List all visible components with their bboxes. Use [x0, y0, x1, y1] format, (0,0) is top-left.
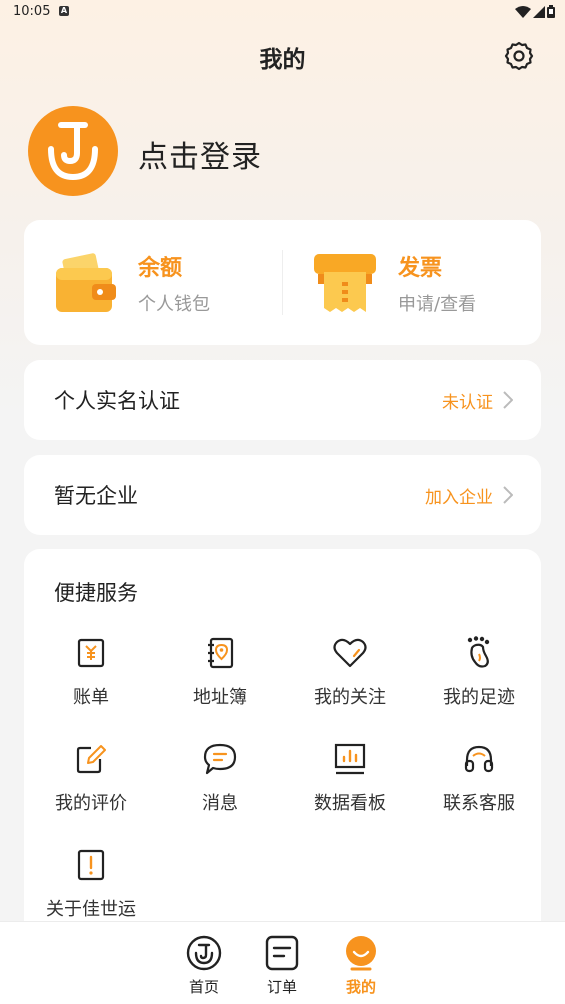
heart-icon [333, 638, 367, 668]
service-label: 我的关注 [314, 687, 386, 708]
service-label: 联系客服 [443, 793, 515, 814]
verification-row[interactable]: 个人实名认证 未认证 [24, 360, 541, 440]
wallet-icon [56, 252, 116, 312]
service-label: 账单 [73, 687, 109, 708]
status-bar: 10:05 A [0, 0, 565, 24]
address-book-icon [208, 637, 234, 669]
service-label: 关于佳世运 [46, 899, 136, 920]
service-about[interactable]: 关于佳世运 [26, 847, 156, 921]
headset-icon [464, 745, 494, 773]
nav-label: 我的 [345, 978, 376, 996]
verification-label: 个人实名认证 [54, 389, 180, 413]
chevron-right-icon [503, 391, 513, 409]
brand-j-logo [48, 122, 98, 181]
join-enterprise-link[interactable]: 加入企业 [425, 483, 493, 508]
bill-icon [77, 638, 105, 668]
home-icon [186, 935, 222, 971]
service-label: 我的足迹 [443, 687, 515, 708]
battery-icon [547, 5, 555, 18]
balance-entry[interactable]: 余额 个人钱包 [52, 220, 210, 345]
nav-label: 订单 [266, 978, 297, 996]
page-title: 我的 [259, 47, 306, 73]
service-messages[interactable]: 消息 [155, 741, 285, 815]
services-title: 便捷服务 [54, 581, 138, 605]
service-footprint[interactable]: 我的足迹 [414, 635, 544, 709]
invoice-subtitle: 申请/查看 [398, 293, 477, 315]
nav-label: 首页 [188, 978, 219, 996]
dashboard-icon [334, 743, 366, 775]
enterprise-row[interactable]: 暂无企业 加入企业 [24, 455, 541, 535]
avatar[interactable] [28, 106, 118, 196]
settings-button[interactable] [503, 40, 535, 72]
footprint-icon [467, 636, 490, 668]
invoice-icon [314, 253, 376, 312]
balance-title: 余额 [138, 255, 183, 281]
service-label: 数据看板 [314, 793, 386, 814]
status-time: 10:05 [13, 4, 51, 19]
balance-subtitle: 个人钱包 [138, 293, 210, 315]
message-icon [203, 743, 237, 775]
status-indicators [515, 5, 555, 18]
service-support[interactable]: 联系客服 [414, 741, 544, 815]
profile-icon [346, 936, 376, 971]
login-link[interactable]: 点击登录 [138, 132, 262, 176]
service-bill[interactable]: 账单 [26, 635, 156, 709]
invoice-entry[interactable]: 发票 申请/查看 [312, 220, 476, 345]
gear-icon [504, 41, 534, 71]
services-card: 便捷服务 账单 地址簿 我的关注 我的足迹 我的评价 消息 数据看板 联系客服 … [24, 549, 541, 949]
bottom-nav: 首页 订单 我的 [0, 921, 565, 1004]
edit-icon [76, 745, 106, 774]
divider [282, 250, 283, 315]
orders-icon [265, 935, 299, 971]
service-favorites[interactable]: 我的关注 [285, 635, 415, 709]
service-dashboard[interactable]: 数据看板 [285, 741, 415, 815]
service-label: 地址簿 [193, 687, 247, 708]
info-icon [77, 849, 105, 881]
verification-status: 未认证 [442, 392, 493, 413]
service-label: 消息 [202, 793, 238, 814]
notification-icon: A [59, 6, 69, 16]
service-address-book[interactable]: 地址簿 [155, 635, 285, 709]
nav-home[interactable]: 首页 [174, 934, 234, 997]
signal-icon [533, 5, 545, 18]
wallet-card: 余额 个人钱包 发票 申请/查看 [24, 220, 541, 345]
service-label: 我的评价 [55, 793, 127, 814]
nav-orders[interactable]: 订单 [252, 934, 312, 997]
invoice-title: 发票 [398, 255, 443, 281]
enterprise-label: 暂无企业 [54, 484, 138, 508]
wifi-icon [515, 5, 531, 18]
service-reviews[interactable]: 我的评价 [26, 741, 156, 815]
nav-mine[interactable]: 我的 [331, 934, 391, 997]
chevron-right-icon [503, 486, 513, 504]
